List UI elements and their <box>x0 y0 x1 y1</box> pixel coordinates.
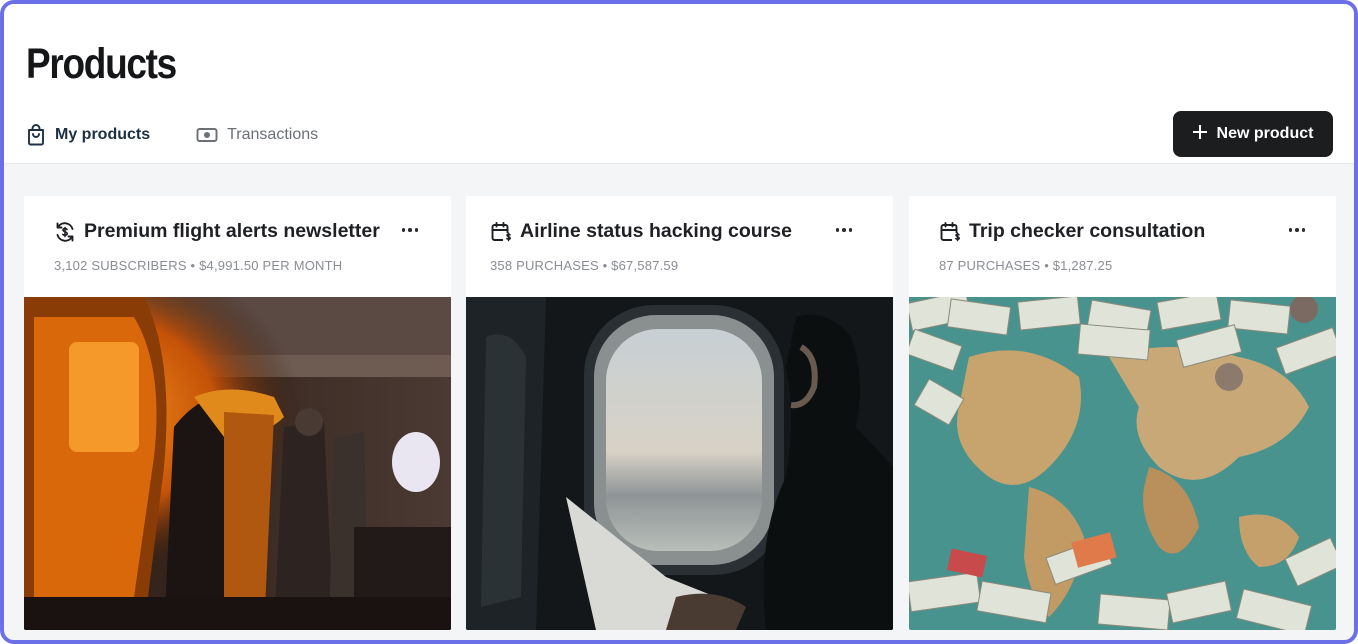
product-grid: Premium flight alerts newsletter 3,102 S… <box>24 196 1336 630</box>
tab-my-products[interactable]: My products <box>26 124 150 146</box>
product-card[interactable]: Premium flight alerts newsletter 3,102 S… <box>24 196 451 630</box>
dot <box>1295 228 1299 232</box>
banknote-icon <box>196 127 218 143</box>
product-image <box>24 297 451 630</box>
more-options-button[interactable] <box>398 220 422 240</box>
product-card[interactable]: Trip checker consultation 87 PURCHASES •… <box>909 196 1336 630</box>
page-header: Products My products Transactions New pr… <box>4 4 1354 164</box>
dot <box>1288 228 1293 232</box>
product-card[interactable]: Airline status hacking course 358 PURCHA… <box>466 196 893 630</box>
dot <box>842 228 846 232</box>
calendar-dollar-icon <box>490 221 512 243</box>
tab-transactions-label: Transactions <box>227 126 319 143</box>
dot <box>835 228 840 232</box>
dot <box>848 228 853 232</box>
tab-transactions[interactable]: Transactions <box>196 124 318 146</box>
dot <box>1301 228 1306 232</box>
product-image <box>909 297 1336 630</box>
product-title: Trip checker consultation <box>969 220 1206 242</box>
product-meta: 87 PURCHASES • $1,287.25 <box>939 258 1113 273</box>
product-title: Airline status hacking course <box>520 220 793 242</box>
more-options-button[interactable] <box>832 220 856 240</box>
dot <box>408 228 412 232</box>
product-title: Premium flight alerts newsletter <box>84 220 380 242</box>
product-meta: 3,102 SUBSCRIBERS • $4,991.50 PER MONTH <box>54 258 343 273</box>
recurring-dollar-icon <box>54 221 76 243</box>
tab-bar: My products Transactions <box>26 124 364 146</box>
product-title-row: Airline status hacking course <box>490 220 792 243</box>
new-product-label: New product <box>1216 125 1314 142</box>
product-card-header: Airline status hacking course 358 PURCHA… <box>466 196 893 296</box>
shopping-bag-icon <box>26 124 46 146</box>
dot <box>401 228 406 232</box>
product-meta: 358 PURCHASES • $67,587.59 <box>490 258 679 273</box>
tab-my-products-label: My products <box>55 126 151 143</box>
product-card-header: Trip checker consultation 87 PURCHASES •… <box>909 196 1336 296</box>
product-image <box>466 297 893 630</box>
app-frame: Products My products Transactions New pr… <box>0 0 1358 644</box>
product-card-header: Premium flight alerts newsletter 3,102 S… <box>24 196 451 296</box>
calendar-dollar-icon <box>939 221 961 243</box>
dot <box>414 228 419 232</box>
plus-icon <box>1192 124 1208 144</box>
new-product-button[interactable]: New product <box>1173 111 1333 157</box>
more-options-button[interactable] <box>1285 220 1309 240</box>
product-title-row: Trip checker consultation <box>939 220 1205 243</box>
product-title-row: Premium flight alerts newsletter <box>54 220 380 243</box>
page-title: Products <box>26 40 177 88</box>
